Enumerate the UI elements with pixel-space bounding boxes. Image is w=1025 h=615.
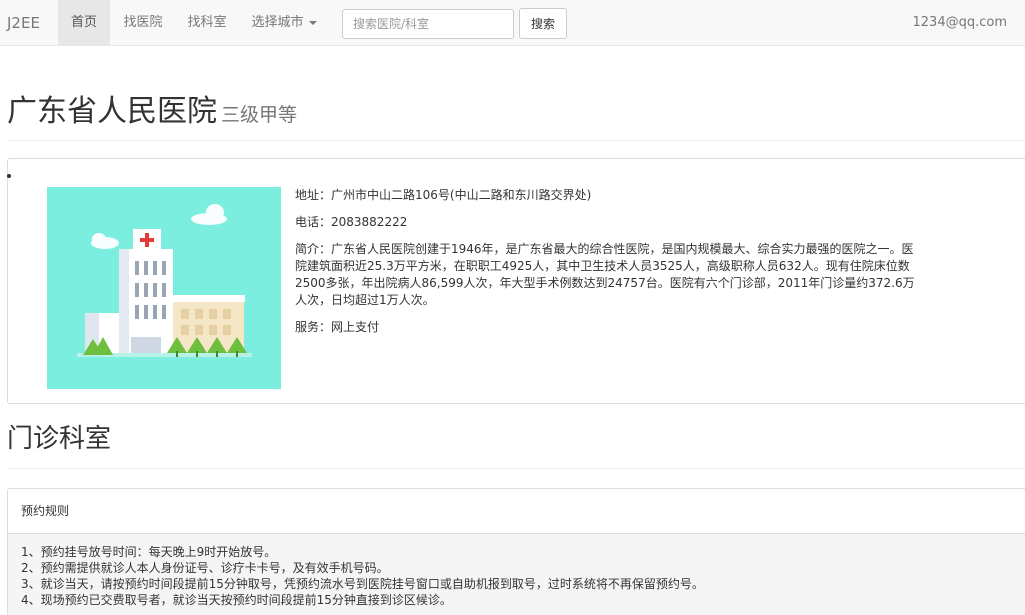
- brand-link[interactable]: J2EE: [7, 14, 40, 32]
- departments-divider: [7, 468, 1025, 469]
- nav-select-city-label: 选择城市: [251, 15, 304, 30]
- caret-down-icon: [308, 20, 317, 25]
- departments-title: 门诊科室: [7, 424, 112, 454]
- hospital-name: 广东省人民医院: [7, 94, 217, 129]
- hospital-intro: 简介：广东省人民医院创建于1946年，是广东省最大的综合性医院，是国内规模最大、…: [295, 242, 915, 307]
- hospital-image: [47, 187, 281, 389]
- nav-home[interactable]: 首页: [58, 0, 110, 46]
- rule-item: 3、就诊当天，请按预约时间段提前15分钟取号，凭预约流水号到医院挂号窗口或自助机…: [21, 577, 704, 591]
- rules-body: 1、预约挂号放号时间：每天晚上9时开始放号。 2、预约需提供就诊人本人身份证号、…: [8, 534, 1025, 615]
- rule-item: 2、预约需提供就诊人本人身份证号、诊疗卡卡号，及有效手机号码。: [21, 561, 389, 575]
- rule-item: 1、预约挂号放号时间：每天晚上9时开始放号。: [21, 545, 277, 559]
- nav-find-department[interactable]: 找科室: [179, 0, 235, 46]
- rules-heading: 预约规则: [8, 489, 1025, 534]
- search-button[interactable]: 搜索: [519, 8, 567, 39]
- hospital-details: 地址：广州市中山二路106号(中山二路和东川路交界处) 电话：208388222…: [295, 187, 920, 346]
- list-bullet: [7, 174, 11, 178]
- page-title: 广东省人民医院 三级甲等: [7, 86, 297, 130]
- rule-item: 4、现场预约已交费取号者，就诊当天按预约时间段提前15分钟直接到诊区候诊。: [21, 593, 452, 607]
- nav-find-hospital[interactable]: 找医院: [115, 0, 171, 46]
- hospital-address: 地址：广州市中山二路106号(中山二路和东川路交界处): [295, 188, 592, 202]
- hospital-phone: 电话：2083882222: [295, 215, 408, 229]
- hospital-building-icon: [77, 204, 252, 357]
- navbar: J2EE 首页 找医院 找科室 选择城市 搜索 1234@qq.com: [0, 0, 1025, 46]
- user-account-link[interactable]: 1234@qq.com: [913, 15, 1008, 30]
- nav-select-city[interactable]: 选择城市: [244, 0, 324, 46]
- hospital-level: 三级甲等: [221, 104, 298, 126]
- search-input[interactable]: [342, 9, 514, 39]
- booking-rules-panel: 预约规则 1、预约挂号放号时间：每天晚上9时开始放号。 2、预约需提供就诊人本人…: [7, 488, 1025, 615]
- hospital-service: 服务：网上支付: [295, 320, 380, 334]
- header-divider: [7, 140, 1025, 141]
